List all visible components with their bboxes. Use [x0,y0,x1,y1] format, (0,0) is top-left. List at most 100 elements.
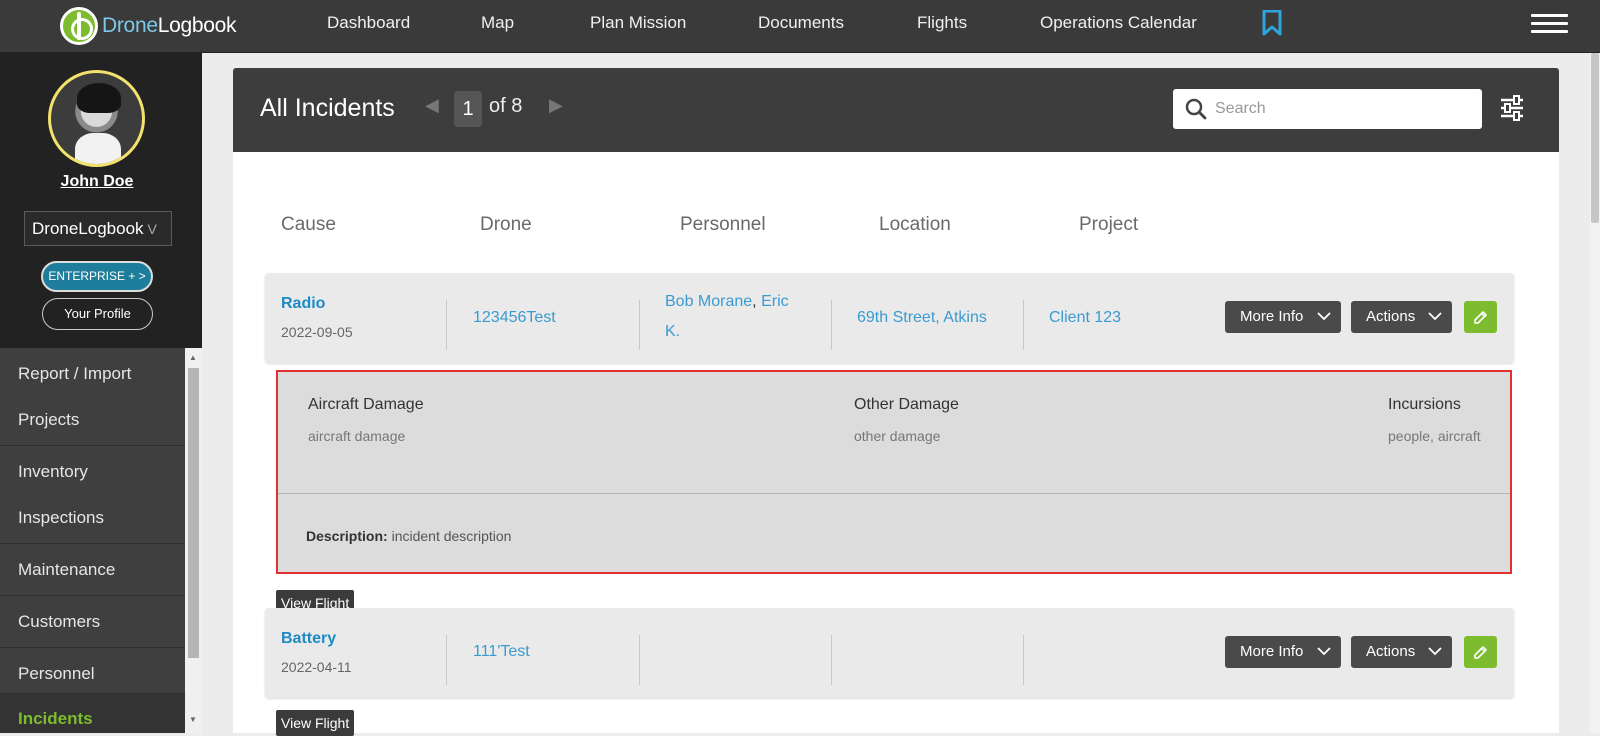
incident-description: Description: incident description [306,528,511,544]
column-divider [831,635,832,685]
page-scrollbar[interactable] [1590,53,1600,733]
search-box[interactable] [1173,89,1482,129]
chevron-down-icon: V [147,221,157,237]
personnel-separator: , [752,293,757,310]
incident-project-link[interactable]: Client 123 [1049,303,1121,333]
incident-date: 2022-04-11 [281,659,352,675]
nav-operations-calendar[interactable]: Operations Calendar [1040,13,1197,33]
page-total: of 8 [489,95,523,117]
sidebar-item-customers[interactable]: Customers [0,596,185,648]
edit-button[interactable] [1464,301,1497,333]
incident-cause-link[interactable]: Battery [281,630,336,648]
chevron-down-icon [1317,312,1331,321]
detail-divider [278,493,1510,494]
edit-button[interactable] [1464,636,1497,668]
search-input[interactable] [1215,89,1475,129]
incident-personnel: Bob Morane, Eric K. [665,287,815,347]
pencil-icon [1474,311,1487,324]
incursions-label: Incursions [1388,396,1461,413]
personnel-link-eric-k-initial[interactable]: K. [665,323,680,340]
sidebar-item-report-import[interactable]: Report / Import [0,348,185,400]
more-info-button[interactable]: More Info [1225,636,1341,668]
incursions-value: people, aircraft [1388,428,1481,444]
actions-button[interactable]: Actions [1351,301,1452,333]
bookmark-icon[interactable] [1262,10,1282,36]
column-divider [446,635,447,685]
incident-drone-link[interactable]: 123456Test [473,303,556,333]
prev-page-icon[interactable]: ◀ [425,95,439,116]
view-flight-button[interactable]: View Flight [276,710,355,736]
column-divider [639,300,640,350]
enterprise-plan-button[interactable]: ENTERPRISE + > [41,261,153,292]
column-divider [446,300,447,350]
sidebar-menu: Report / Import Projects Inventory Inspe… [0,348,185,733]
current-page-input[interactable]: 1 [454,91,482,127]
sidebar-item-inventory[interactable]: Inventory [0,446,185,498]
column-header-project[interactable]: Project [1079,214,1138,236]
column-header-drone[interactable]: Drone [480,214,532,236]
sidebar-item-maintenance[interactable]: Maintenance [0,544,185,596]
nav-documents[interactable]: Documents [758,13,844,33]
top-navbar: DroneLogbook Dashboard Map Plan Mission … [0,0,1600,53]
actions-button[interactable]: Actions [1351,636,1452,668]
incident-row: Radio 2022-09-05 123456Test Bob Morane, … [265,273,1514,363]
column-header-personnel[interactable]: Personnel [680,214,766,236]
organization-select-value: DroneLogbook [32,219,144,238]
incident-location-link[interactable]: 69th Street, Atkins [857,303,987,333]
sidebar-scrollbar-thumb[interactable] [188,368,199,658]
sidebar-item-projects[interactable]: Projects [0,394,185,446]
column-divider [639,635,640,685]
sidebar-item-incidents[interactable]: Incidents [0,693,185,733]
nav-dashboard[interactable]: Dashboard [327,13,410,33]
other-damage-label: Other Damage [854,396,959,413]
incident-drone-link[interactable]: 111'Test [473,637,530,667]
other-damage-value: other damage [854,428,941,444]
scroll-up-arrow-icon[interactable]: ▲ [189,353,197,362]
profile-section: John Doe DroneLogbook V ENTERPRISE + > Yo… [0,53,202,348]
aircraft-damage-label: Aircraft Damage [308,396,424,413]
more-info-label: More Info [1240,643,1304,660]
nav-map[interactable]: Map [481,13,514,33]
pencil-icon [1474,646,1487,659]
app-logo[interactable]: DroneLogbook [60,3,236,49]
aircraft-damage-value: aircraft damage [308,428,406,444]
description-value: incident description [391,528,512,544]
column-divider [1023,635,1024,685]
column-divider [831,300,832,350]
nav-plan-mission[interactable]: Plan Mission [590,13,686,33]
chevron-down-icon [1317,647,1331,656]
page-title: All Incidents [260,94,395,122]
incident-row: Battery 2022-04-11 111'Test More Info Ac… [265,608,1514,698]
more-info-label: More Info [1240,308,1304,325]
filter-sliders-icon[interactable] [1499,94,1525,122]
incident-cause-link[interactable]: Radio [281,295,325,313]
search-icon [1185,98,1207,120]
avatar[interactable] [48,70,145,167]
your-profile-button[interactable]: Your Profile [42,298,153,330]
incident-detail-panel: Aircraft Damage aircraft damage Other Da… [276,370,1512,574]
chevron-down-icon [1428,647,1442,656]
next-page-icon[interactable]: ▶ [549,95,563,116]
personnel-link-bob-morane[interactable]: Bob Morane [665,293,752,310]
incident-date: 2022-09-05 [281,324,353,340]
actions-label: Actions [1366,643,1416,660]
incidents-header: All Incidents ◀ 1 of 8 ▶ [233,68,1559,152]
logo-drone-icon [60,7,98,45]
scroll-down-arrow-icon[interactable]: ▼ [189,715,197,724]
logo-text: DroneLogbook [102,14,237,37]
hamburger-icon[interactable] [1531,14,1568,33]
more-info-button[interactable]: More Info [1225,301,1341,333]
user-name-link[interactable]: John Doe [0,173,194,191]
actions-label: Actions [1366,308,1416,325]
column-header-cause[interactable]: Cause [281,214,336,236]
column-header-location[interactable]: Location [879,214,951,236]
sidebar-scrollbar[interactable]: ▲ ▼ [185,348,202,733]
nav-flights[interactable]: Flights [917,13,967,33]
sidebar: John Doe DroneLogbook V ENTERPRISE + > Yo… [0,53,202,733]
page-scrollbar-thumb[interactable] [1591,53,1599,223]
personnel-link-eric-k[interactable]: Eric [761,293,789,310]
chevron-down-icon [1428,312,1442,321]
sidebar-item-inspections[interactable]: Inspections [0,492,185,544]
organization-select[interactable]: DroneLogbook V [24,211,172,246]
description-label: Description: [306,528,388,544]
